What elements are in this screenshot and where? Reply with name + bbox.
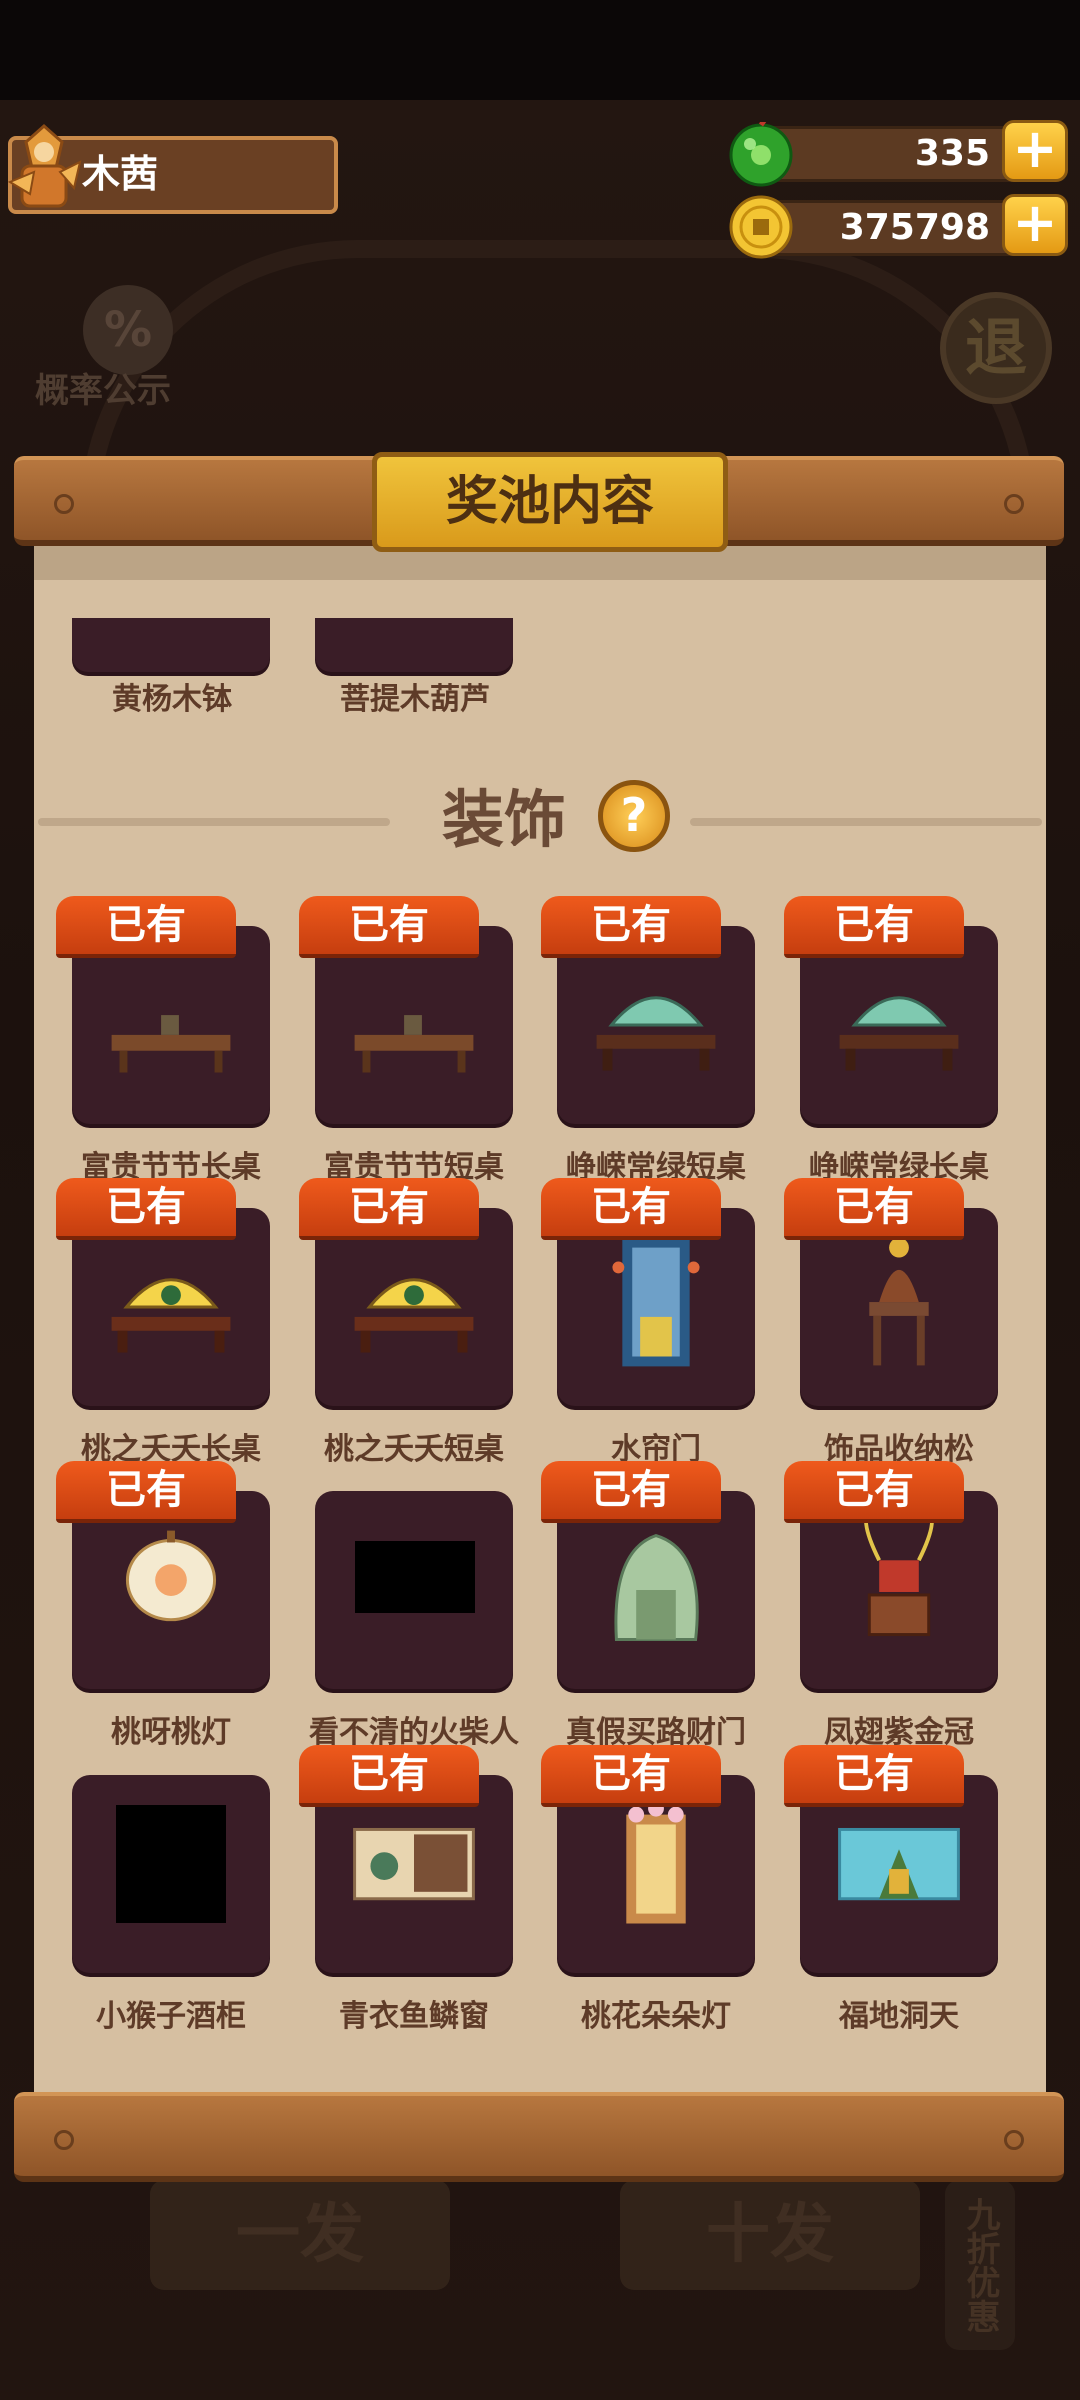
- ten-draw-button: 十发: [620, 2180, 920, 2290]
- item-label: 菩提木葫芦: [340, 682, 490, 717]
- item-label: 小猴子酒柜: [96, 1999, 246, 2034]
- nail-icon: [54, 494, 74, 514]
- owned-badge: 已有: [56, 1178, 236, 1240]
- add-coin-button[interactable]: +: [1002, 194, 1068, 256]
- avatar-icon[interactable]: [4, 122, 84, 218]
- discount-tag: 九折优惠: [945, 2180, 1015, 2350]
- item-label: 黄杨木钵: [112, 682, 232, 717]
- panel-title: 奖池内容: [445, 472, 654, 532]
- ten-draw-label: 十发: [706, 2198, 834, 2272]
- jade-amount: 335: [914, 133, 990, 174]
- single-draw-label: 一发: [236, 2198, 364, 2272]
- owned-badge: 已有: [784, 1745, 964, 1807]
- player-name: 木茜: [82, 152, 159, 196]
- owned-badge: 已有: [299, 1178, 479, 1240]
- redacted-item-image: [355, 1541, 475, 1613]
- owned-badge: 已有: [784, 1461, 964, 1523]
- nail-icon: [54, 2130, 74, 2150]
- add-jade-button[interactable]: +: [1002, 120, 1068, 182]
- owned-badge: 已有: [541, 1178, 721, 1240]
- exit-button[interactable]: 退: [940, 292, 1052, 404]
- item-label: 桃呀桃灯: [111, 1715, 231, 1750]
- item-card[interactable]: [72, 618, 270, 672]
- owned-badge: 已有: [56, 1461, 236, 1523]
- help-button[interactable]: ?: [598, 780, 670, 852]
- owned-badge: 已有: [541, 1461, 721, 1523]
- owned-badge: 已有: [784, 1178, 964, 1240]
- owned-badge: 已有: [56, 896, 236, 958]
- single-draw-button: 一发: [150, 2180, 450, 2290]
- coin-amount: 375798: [839, 207, 990, 248]
- item-label: 福地洞天: [839, 1999, 959, 2034]
- item-label: 桃花朵朵灯: [581, 1999, 731, 2034]
- owned-badge: 已有: [299, 896, 479, 958]
- owned-badge: 已有: [541, 896, 721, 958]
- owned-badge: 已有: [299, 1745, 479, 1807]
- section-divider: [38, 818, 390, 826]
- percent-icon: %: [83, 285, 173, 375]
- item-card[interactable]: [315, 1491, 513, 1689]
- probability-label: 概率公示: [35, 371, 171, 411]
- item-label: 青衣鱼鳞窗: [339, 1999, 489, 2034]
- item-card[interactable]: [315, 618, 513, 672]
- redacted-item-image: [116, 1805, 226, 1923]
- probability-button[interactable]: % 概率公示: [28, 285, 178, 415]
- owned-badge: 已有: [541, 1745, 721, 1807]
- nail-icon: [1004, 494, 1024, 514]
- panel-title-plaque: 奖池内容: [372, 452, 728, 552]
- item-label: 桃之夭夭短桌: [324, 1432, 504, 1467]
- scroll-bottom-rod: [14, 2092, 1064, 2182]
- section-divider: [690, 818, 1042, 826]
- nail-icon: [1004, 2130, 1024, 2150]
- item-card[interactable]: [72, 1775, 270, 1973]
- owned-badge: 已有: [784, 896, 964, 958]
- section-title: 装饰: [442, 783, 567, 856]
